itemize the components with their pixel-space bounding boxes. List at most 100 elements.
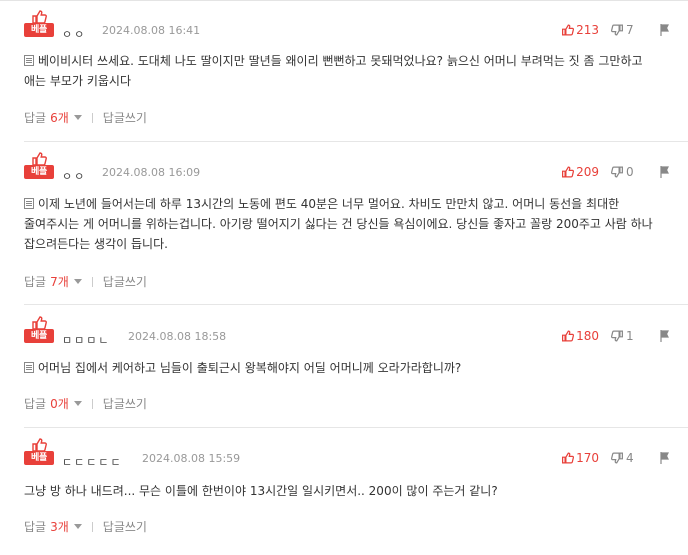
comment-text: 그냥 방 하나 내드려... 무슨 이틀에 한번이야 13시간일 일시키면서..…: [24, 484, 498, 498]
reply-toggle[interactable]: 답글 7개: [24, 273, 82, 290]
best-label: 베플: [24, 451, 54, 465]
comment-footer: 답글 6개 답글쓰기: [24, 109, 147, 126]
comment-item: 베플 ㅇㅇ 2024.08.08 16:41 213 7 베이비시터 쓰세요. …: [24, 10, 688, 142]
write-reply-button[interactable]: 답글쓰기: [103, 395, 147, 412]
comment-stats: 213 7: [561, 23, 670, 37]
comment-divider: [24, 141, 688, 142]
report-button[interactable]: [660, 24, 670, 36]
author-nickname[interactable]: ㅁㅁㅁㄴ: [62, 332, 110, 348]
reply-count: 0: [50, 396, 58, 411]
chevron-down-icon: [73, 401, 82, 406]
top-divider: [0, 0, 688, 1]
flag-icon: [660, 452, 669, 464]
reply-unit: 개: [57, 111, 69, 125]
dislike-count: 7: [626, 23, 634, 37]
thumbs-up-icon: [32, 10, 47, 24]
reply-label: 답글: [24, 275, 47, 289]
thumbs-up-icon: [562, 452, 575, 464]
memo-icon: [24, 362, 34, 373]
like-button[interactable]: 213: [561, 23, 599, 37]
like-count: 209: [576, 165, 599, 179]
comment-item: 베플 ㅇㅇ 2024.08.08 16:09 209 0 이제 노년에 들어서는…: [24, 152, 688, 305]
like-count: 213: [576, 23, 599, 37]
write-reply-button[interactable]: 답글쓰기: [103, 273, 147, 290]
flag-icon: [660, 166, 669, 178]
best-label: 베플: [24, 329, 54, 343]
comment-divider: [24, 427, 688, 428]
thumbs-down-icon: [611, 452, 623, 464]
author-nickname[interactable]: ㅇㅇ: [62, 168, 86, 184]
dislike-button[interactable]: 4: [611, 451, 644, 465]
comment-stats: 180 1: [561, 329, 670, 343]
like-button[interactable]: 209: [561, 165, 599, 179]
comment-body: 어머님 집에서 케어하고 님들이 출퇴근시 왕복해야지 어딜 어머니께 오라가라…: [24, 358, 660, 378]
like-count: 170: [576, 451, 599, 465]
comment-date: 2024.08.08 15:59: [142, 452, 241, 465]
write-reply-button[interactable]: 답글쓰기: [103, 109, 147, 126]
dislike-button[interactable]: 7: [611, 23, 644, 37]
best-badge: 베플: [24, 316, 54, 344]
comment-text: 어머님 집에서 케어하고 님들이 출퇴근시 왕복해야지 어딜 어머니께 오라가라…: [38, 361, 462, 375]
reply-toggle[interactable]: 답글 3개: [24, 518, 82, 535]
thumbs-down-icon: [611, 24, 623, 36]
comment-body: 그냥 방 하나 내드려... 무슨 이틀에 한번이야 13시간일 일시키면서..…: [24, 481, 660, 501]
comment-stats: 209 0: [561, 165, 670, 179]
reply-count: 7: [50, 274, 58, 289]
thumbs-up-icon: [562, 166, 575, 178]
chevron-down-icon: [73, 115, 82, 120]
comment-footer: 답글 7개 답글쓰기: [24, 273, 147, 290]
reply-unit: 개: [57, 397, 69, 411]
reply-toggle[interactable]: 답글 6개: [24, 109, 82, 126]
reply-label: 답글: [24, 111, 47, 125]
best-label: 베플: [24, 165, 54, 179]
comment-item: 베플 ㅁㅁㅁㄴ 2024.08.08 18:58 180 1 어머님 집에서 케…: [24, 316, 688, 428]
reply-label: 답글: [24, 520, 47, 534]
dislike-button[interactable]: 1: [611, 329, 644, 343]
reply-count: 6: [50, 110, 58, 125]
reply-toggle[interactable]: 답글 0개: [24, 395, 82, 412]
author-nickname[interactable]: ㅇㅇ: [62, 26, 86, 42]
dislike-count: 4: [626, 451, 634, 465]
comment-item: 베플 ㄷㄷㄷㄷㄷ 2024.08.08 15:59 170 4 그냥 방 하나 …: [24, 438, 670, 548]
chevron-down-icon: [73, 524, 82, 529]
reply-unit: 개: [57, 275, 69, 289]
like-button[interactable]: 180: [561, 329, 599, 343]
thumbs-up-icon: [32, 438, 47, 452]
reply-count: 3: [50, 519, 58, 534]
comment-stats: 170 4: [561, 451, 670, 465]
thumbs-up-icon: [32, 152, 47, 166]
reply-unit: 개: [57, 520, 69, 534]
report-button[interactable]: [660, 166, 670, 178]
comment-text: 베이비시터 쓰세요. 도대체 나도 딸이지만 딸년들 왜이리 뻔뻔하고 못돼먹었…: [24, 54, 643, 88]
best-badge: 베플: [24, 10, 54, 38]
write-reply-button[interactable]: 답글쓰기: [103, 518, 147, 535]
thumbs-up-icon: [32, 316, 47, 330]
comment-footer: 답글 3개 답글쓰기: [24, 518, 147, 535]
memo-icon: [24, 198, 34, 209]
like-button[interactable]: 170: [561, 451, 599, 465]
report-button[interactable]: [660, 330, 670, 342]
comment-divider: [24, 304, 688, 305]
comment-body: 이제 노년에 들어서는데 하루 13시간의 노동에 편도 40분은 너무 멀어요…: [24, 194, 660, 254]
author-nickname[interactable]: ㄷㄷㄷㄷㄷ: [62, 454, 123, 470]
comment-body: 베이비시터 쓰세요. 도대체 나도 딸이지만 딸년들 왜이리 뻔뻔하고 못돼먹었…: [24, 51, 660, 91]
comment-footer: 답글 0개 답글쓰기: [24, 395, 147, 412]
thumbs-up-icon: [562, 330, 575, 342]
dislike-count: 0: [626, 165, 634, 179]
comment-date: 2024.08.08 16:09: [102, 166, 201, 179]
comment-date: 2024.08.08 16:41: [102, 24, 201, 37]
thumbs-up-icon: [562, 24, 575, 36]
dislike-button[interactable]: 0: [611, 165, 644, 179]
thumbs-down-icon: [611, 330, 623, 342]
flag-icon: [660, 24, 669, 36]
best-badge: 베플: [24, 152, 54, 180]
report-button[interactable]: [660, 452, 670, 464]
divider: [91, 112, 93, 123]
chevron-down-icon: [73, 279, 82, 284]
divider: [91, 276, 93, 287]
best-badge: 베플: [24, 438, 54, 466]
reply-label: 답글: [24, 397, 47, 411]
thumbs-down-icon: [611, 166, 623, 178]
dislike-count: 1: [626, 329, 634, 343]
comment-date: 2024.08.08 18:58: [128, 330, 227, 343]
